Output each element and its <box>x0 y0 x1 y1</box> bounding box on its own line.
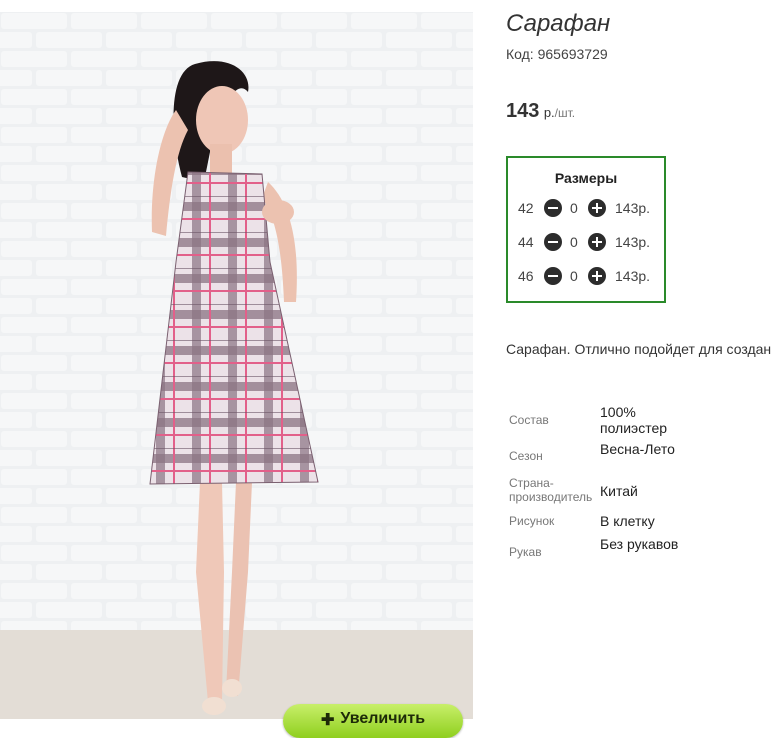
enlarge-button-label: Увеличить <box>340 710 426 727</box>
price-currency: р. <box>543 105 555 120</box>
size-quantity: 0 <box>570 234 578 250</box>
product-image <box>0 12 473 719</box>
size-label: 46 <box>518 268 534 284</box>
size-label: 42 <box>518 200 534 216</box>
spec-value: 100% полиэстер <box>600 404 668 436</box>
spec-key: Состав <box>509 413 549 427</box>
size-quantity: 0 <box>570 200 578 216</box>
plus-icon[interactable] <box>588 233 606 251</box>
size-row: 42 0 143р. <box>508 198 664 218</box>
size-row: 44 0 143р. <box>508 232 664 252</box>
sizes-heading: Размеры <box>554 170 618 186</box>
spec-value: Весна-Лето <box>600 441 675 457</box>
price-unit: /шт. <box>554 106 576 120</box>
product-price: 143 р./шт. <box>506 100 575 123</box>
plus-icon[interactable] <box>588 267 606 285</box>
minus-icon[interactable] <box>544 199 562 217</box>
minus-icon[interactable] <box>544 267 562 285</box>
spec-key: Сезон <box>509 449 543 463</box>
product-code-value: 965693729 <box>537 46 608 62</box>
plus-icon: ✚ <box>320 712 335 729</box>
size-price: 143р. <box>615 268 651 284</box>
spec-key: Рисунок <box>509 514 555 528</box>
price-amount: 143 <box>506 100 540 122</box>
plus-icon[interactable] <box>588 199 606 217</box>
product-photo[interactable] <box>0 12 473 719</box>
spec-value: Китай <box>600 483 638 499</box>
size-selector: Размеры 42 0 143р. 44 0 143р. 46 0 143р. <box>506 156 666 303</box>
spec-key: Страна-производитель <box>509 476 593 504</box>
size-label: 44 <box>518 234 534 250</box>
spec-value: В клетку <box>600 513 655 529</box>
spec-key: Рукав <box>509 545 542 559</box>
product-code: Код: 965693729 <box>506 46 608 62</box>
size-price: 143р. <box>615 234 651 250</box>
spec-value: Без рукавов <box>600 536 679 552</box>
product-title: Сарафан <box>506 10 611 37</box>
minus-icon[interactable] <box>544 233 562 251</box>
enlarge-button[interactable]: ✚ Увеличить <box>283 704 463 738</box>
product-code-label: Код: <box>506 46 534 62</box>
size-price: 143р. <box>615 200 651 216</box>
product-description: Сарафан. Отлично подойдет для создан <box>506 341 772 357</box>
size-row: 46 0 143р. <box>508 266 664 286</box>
size-quantity: 0 <box>570 268 578 284</box>
